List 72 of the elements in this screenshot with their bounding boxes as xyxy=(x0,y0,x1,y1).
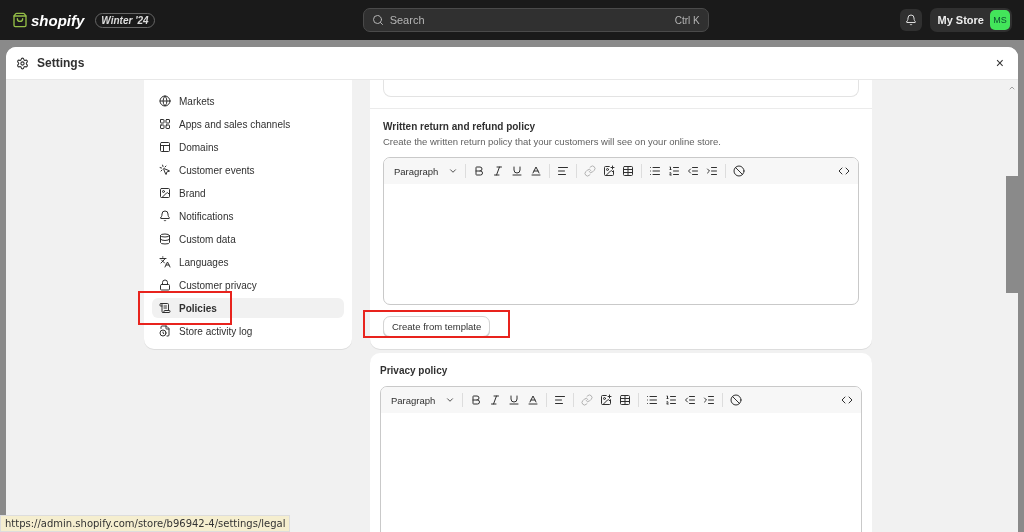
image-icon xyxy=(159,187,171,199)
outdent-icon[interactable] xyxy=(687,165,700,177)
underline-icon[interactable] xyxy=(511,165,524,177)
italic-icon[interactable] xyxy=(492,165,505,177)
scroll-icon xyxy=(159,302,171,314)
notifications-button[interactable] xyxy=(899,9,922,31)
bell-icon xyxy=(904,14,917,26)
section-title: Written return and refund policy xyxy=(383,121,536,132)
search-field[interactable]: Search Ctrl K xyxy=(362,8,709,32)
indent-icon[interactable] xyxy=(706,165,719,177)
align-icon[interactable] xyxy=(554,394,567,406)
text-color-icon[interactable] xyxy=(530,165,543,177)
avatar: MS xyxy=(990,10,1010,30)
clear-format-icon[interactable] xyxy=(730,394,743,406)
file-clock-icon xyxy=(159,325,171,337)
globe-icon xyxy=(159,95,171,107)
status-url: https://admin.shopify.com/store/b96942-4/settings/legal xyxy=(0,515,291,532)
table-icon[interactable] xyxy=(619,394,632,406)
bold-icon[interactable] xyxy=(470,394,483,406)
indent-icon[interactable] xyxy=(703,394,716,406)
grid-icon xyxy=(159,118,171,130)
chevron-down-icon xyxy=(448,166,459,176)
sidebar-item[interactable]: Policies xyxy=(152,298,344,318)
lock-icon xyxy=(159,279,171,291)
clear-format-icon[interactable] xyxy=(733,165,746,177)
close-button[interactable]: × xyxy=(991,55,1008,71)
bullet-list-icon[interactable] xyxy=(646,394,659,406)
modal-title: Settings xyxy=(37,56,85,70)
sidebar-item[interactable]: Custom data xyxy=(152,229,344,249)
sidebar-item[interactable]: Notifications xyxy=(152,206,344,226)
store-button[interactable]: My Store MS xyxy=(929,8,1012,32)
section-description: Create the written return policy that your customers will see on your online store. xyxy=(383,136,721,147)
sidebar-item[interactable]: Languages xyxy=(152,252,344,272)
logo-icon xyxy=(12,12,28,28)
search-icon xyxy=(371,14,384,26)
format-select[interactable]: Paragraph xyxy=(391,394,456,406)
format-select[interactable]: Paragraph xyxy=(394,165,459,177)
numbered-list-icon[interactable] xyxy=(668,165,681,177)
rich-text-editor[interactable]: Paragraph xyxy=(383,157,859,305)
sidebar-item[interactable]: Apps and sales channels xyxy=(152,114,344,134)
logo: shopify xyxy=(31,11,85,29)
bold-icon[interactable] xyxy=(473,165,486,177)
text-color-icon[interactable] xyxy=(527,394,540,406)
cursor-icon xyxy=(159,164,171,176)
sidebar-item[interactable]: Domains xyxy=(152,137,344,157)
image-icon[interactable] xyxy=(603,165,616,177)
rich-text-editor[interactable]: Paragraph xyxy=(380,386,862,532)
sidebar-item[interactable]: Customer events xyxy=(152,160,344,180)
code-icon[interactable] xyxy=(838,165,850,177)
settings-icon xyxy=(16,56,29,70)
section-title: Privacy policy xyxy=(380,365,449,376)
window-icon xyxy=(159,141,171,153)
database-icon xyxy=(159,233,171,245)
sidebar-item[interactable]: Customer privacy xyxy=(152,275,344,295)
image-icon[interactable] xyxy=(600,394,613,406)
numbered-list-icon[interactable] xyxy=(665,394,678,406)
text-field[interactable] xyxy=(383,80,859,97)
bullet-list-icon[interactable] xyxy=(649,165,662,177)
bell-icon xyxy=(159,210,171,222)
code-icon[interactable] xyxy=(841,394,853,406)
sidebar-item[interactable]: Brand xyxy=(152,183,344,203)
align-icon[interactable] xyxy=(557,165,570,177)
sidebar-item[interactable]: Store activity log xyxy=(152,321,344,341)
underline-icon[interactable] xyxy=(508,394,521,406)
template-button[interactable]: Create from template xyxy=(383,316,491,337)
chevron-down-icon xyxy=(445,395,456,405)
language-icon xyxy=(159,256,171,268)
table-icon[interactable] xyxy=(622,165,635,177)
outdent-icon[interactable] xyxy=(684,394,697,406)
sidebar-item[interactable]: Markets xyxy=(152,91,344,111)
scroll-thumb[interactable] xyxy=(1006,176,1018,293)
italic-icon[interactable] xyxy=(489,394,502,406)
